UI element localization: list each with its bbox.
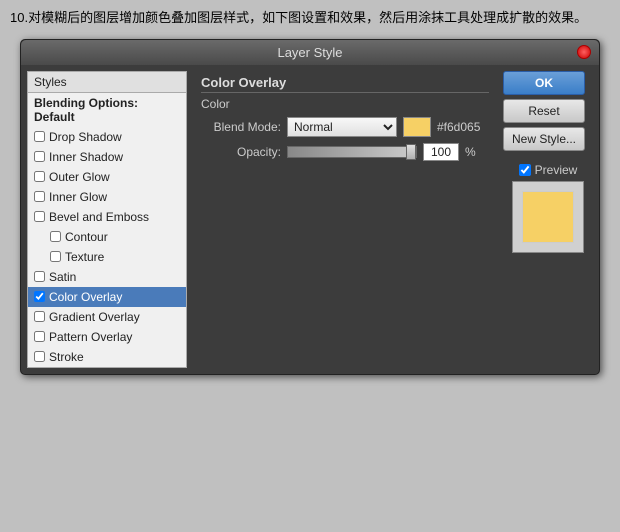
opacity-percent: %: [465, 145, 476, 159]
blend-mode-label: Blend Mode:: [201, 120, 281, 134]
preview-checkbox[interactable]: [519, 164, 531, 176]
layer-style-dialog: Layer Style Styles Blending Options: Def…: [20, 39, 600, 375]
label-texture: Texture: [65, 250, 104, 264]
opacity-slider[interactable]: [287, 146, 417, 158]
sidebar-item-stroke[interactable]: Stroke: [28, 347, 186, 367]
sidebar-item-drop-shadow[interactable]: Drop Shadow: [28, 127, 186, 147]
sidebar-item-bevel-emboss[interactable]: Bevel and Emboss: [28, 207, 186, 227]
styles-header: Styles: [28, 72, 186, 93]
opacity-label: Opacity:: [201, 145, 281, 159]
sidebar-item-inner-shadow[interactable]: Inner Shadow: [28, 147, 186, 167]
label-stroke: Stroke: [49, 350, 84, 364]
checkbox-pattern-overlay[interactable]: [34, 331, 45, 342]
checkbox-texture[interactable]: [50, 251, 61, 262]
blend-mode-select[interactable]: Normal: [287, 117, 397, 137]
label-outer-glow: Outer Glow: [49, 170, 110, 184]
checkbox-contour[interactable]: [50, 231, 61, 242]
label-contour: Contour: [65, 230, 108, 244]
checkbox-inner-glow[interactable]: [34, 191, 45, 202]
checkbox-drop-shadow[interactable]: [34, 131, 45, 142]
opacity-row: Opacity: %: [201, 143, 489, 161]
new-style-button[interactable]: New Style...: [503, 127, 585, 151]
reset-button[interactable]: Reset: [503, 99, 585, 123]
label-pattern-overlay: Pattern Overlay: [49, 330, 132, 344]
blend-select-wrapper: Normal: [287, 117, 397, 137]
label-satin: Satin: [49, 270, 76, 284]
close-button[interactable]: [577, 45, 591, 59]
label-inner-glow: Inner Glow: [49, 190, 107, 204]
sidebar-item-contour[interactable]: Contour: [28, 227, 186, 247]
color-hex-value: #f6d065: [437, 120, 480, 134]
sidebar-item-outer-glow[interactable]: Outer Glow: [28, 167, 186, 187]
label-drop-shadow: Drop Shadow: [49, 130, 122, 144]
ok-button[interactable]: OK: [503, 71, 585, 95]
styles-list: Blending Options: Default Drop Shadow Inne…: [28, 93, 186, 367]
sidebar-item-pattern-overlay[interactable]: Pattern Overlay: [28, 327, 186, 347]
instruction-text: 10.对模糊后的图层增加颜色叠加图层样式，如下图设置和效果，然后用涂抹工具处理成…: [0, 0, 620, 37]
checkbox-color-overlay[interactable]: [34, 291, 45, 302]
section-title: Color Overlay: [201, 75, 489, 93]
preview-label: Preview: [535, 163, 578, 177]
opacity-input[interactable]: [423, 143, 459, 161]
preview-label-row: Preview: [519, 163, 578, 177]
dialog-title: Layer Style: [277, 45, 342, 60]
dialog-wrapper: Layer Style Styles Blending Options: Def…: [0, 39, 620, 375]
sidebar-item-blending-options[interactable]: Blending Options: Default: [28, 93, 186, 127]
checkbox-outer-glow[interactable]: [34, 171, 45, 182]
label-inner-shadow: Inner Shadow: [49, 150, 123, 164]
subsection-color: Color: [201, 97, 489, 111]
checkbox-bevel-emboss[interactable]: [34, 211, 45, 222]
opacity-slider-wrapper: %: [287, 143, 476, 161]
label-gradient-overlay: Gradient Overlay: [49, 310, 140, 324]
dialog-body: Styles Blending Options: Default Drop Sha…: [21, 65, 599, 374]
checkbox-inner-shadow[interactable]: [34, 151, 45, 162]
main-content: Color Overlay Color Blend Mode: Normal #…: [193, 71, 497, 368]
checkbox-stroke[interactable]: [34, 351, 45, 362]
label-color-overlay: Color Overlay: [49, 290, 122, 304]
label-blending-options: Blending Options: Default: [34, 96, 180, 124]
sidebar-item-gradient-overlay[interactable]: Gradient Overlay: [28, 307, 186, 327]
preview-inner: [522, 191, 574, 243]
blend-mode-row: Blend Mode: Normal #f6d065: [201, 117, 489, 137]
preview-section: Preview: [503, 163, 593, 253]
styles-panel: Styles Blending Options: Default Drop Sha…: [27, 71, 187, 368]
buttons-panel: OK Reset New Style... Preview: [503, 71, 593, 368]
sidebar-item-satin[interactable]: Satin: [28, 267, 186, 287]
checkbox-gradient-overlay[interactable]: [34, 311, 45, 322]
sidebar-item-color-overlay[interactable]: Color Overlay: [28, 287, 186, 307]
sidebar-item-texture[interactable]: Texture: [28, 247, 186, 267]
label-bevel-emboss: Bevel and Emboss: [49, 210, 149, 224]
checkbox-satin[interactable]: [34, 271, 45, 282]
preview-box: [512, 181, 584, 253]
dialog-titlebar: Layer Style: [21, 40, 599, 65]
color-swatch[interactable]: [403, 117, 431, 137]
sidebar-item-inner-glow[interactable]: Inner Glow: [28, 187, 186, 207]
